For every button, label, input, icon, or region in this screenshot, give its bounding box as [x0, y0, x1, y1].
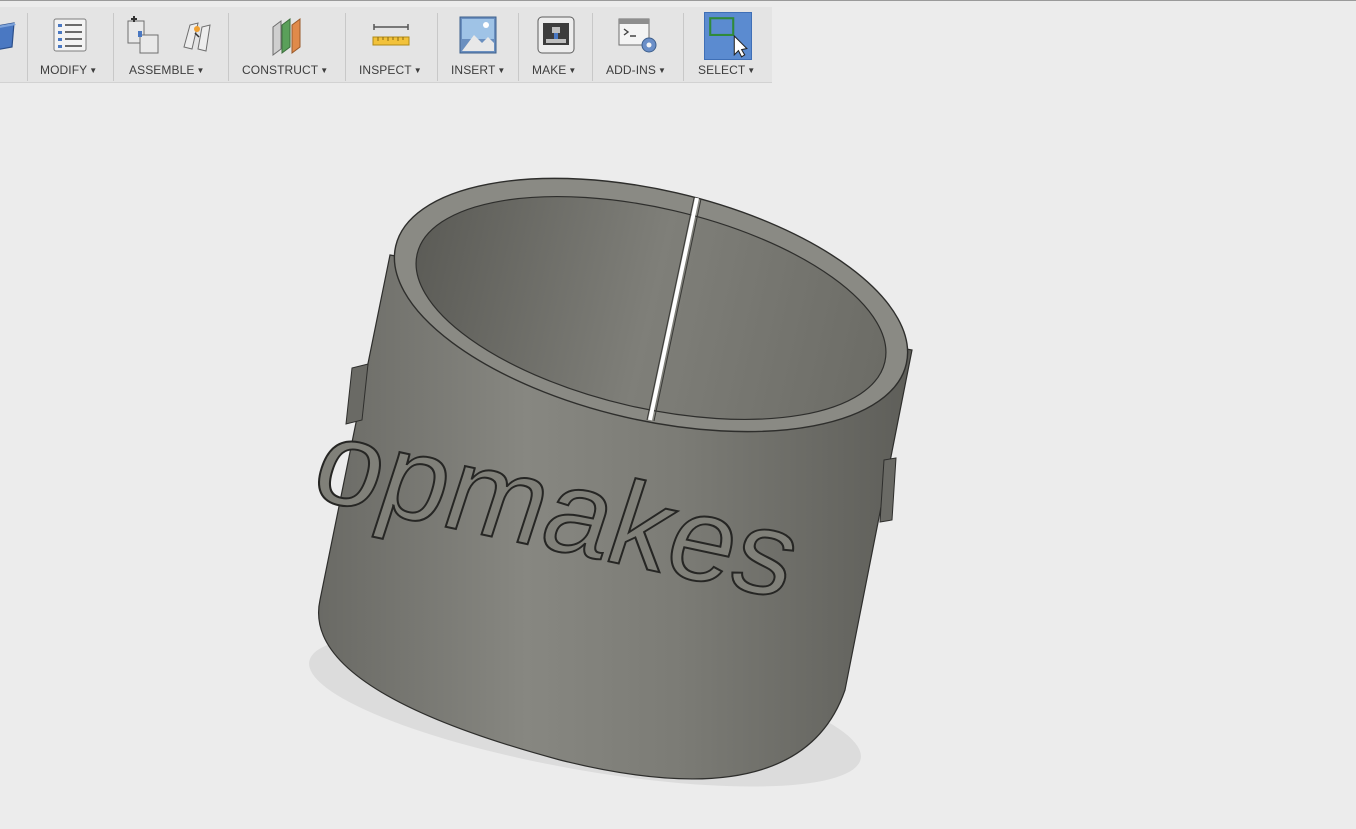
select-icon — [704, 12, 752, 60]
toolbar-group-assemble[interactable]: ASSEMBLE ▼ — [114, 7, 227, 82]
insert-image-icon — [456, 13, 500, 57]
scripts-icon — [615, 13, 659, 57]
ring-model[interactable]: opmakes — [298, 134, 932, 818]
toolbar-group-label: ADD-INS ▼ — [606, 63, 667, 77]
joint-icon — [176, 13, 220, 57]
toolbar-group-label: INSPECT ▼ — [359, 63, 422, 77]
toolbar-group-inspect[interactable]: INSPECT ▼ — [346, 7, 437, 82]
toolbar-group-label: MODIFY ▼ — [40, 63, 98, 77]
toolbar-group-modify[interactable]: MODIFY ▼ — [28, 7, 113, 82]
construct-icon — [265, 13, 309, 57]
toolbar: MODIFY ▼ ASSEMBLE ▼ CONSTRUCT ▼ INSPECT … — [0, 7, 772, 83]
canvas-viewport[interactable]: opmakes — [0, 83, 1356, 829]
create-solid-icon[interactable] — [0, 13, 16, 57]
modify-icon — [48, 13, 92, 57]
new-component-icon — [122, 13, 166, 57]
toolbar-group-insert[interactable]: INSERT ▼ — [438, 7, 518, 82]
toolbar-group-label: ASSEMBLE ▼ — [129, 63, 205, 77]
toolbar-group-label: CONSTRUCT ▼ — [242, 63, 329, 77]
window-top-border — [0, 0, 1356, 1]
measure-icon — [369, 13, 413, 57]
toolbar-group-label: SELECT ▼ — [698, 63, 756, 77]
toolbar-group-label: INSERT ▼ — [451, 63, 506, 77]
toolbar-group-add-ins[interactable]: ADD-INS ▼ — [593, 7, 683, 82]
3d-print-icon — [534, 13, 578, 57]
toolbar-group-construct[interactable]: CONSTRUCT ▼ — [229, 7, 345, 82]
toolbar-group-select[interactable]: SELECT ▼ — [684, 7, 772, 82]
toolbar-group-label: MAKE ▼ — [532, 63, 577, 77]
toolbar-group-make[interactable]: MAKE ▼ — [519, 7, 592, 82]
